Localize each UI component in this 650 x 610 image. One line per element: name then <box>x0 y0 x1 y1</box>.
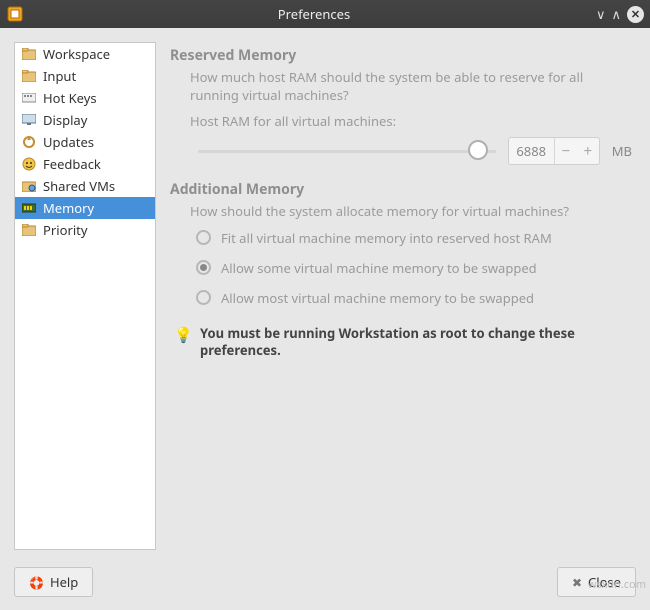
additional-memory-title: Additional Memory <box>170 180 632 199</box>
sidebar-item-memory[interactable]: Memory <box>15 197 155 219</box>
shared-icon <box>21 178 37 194</box>
feedback-icon <box>21 156 37 172</box>
help-icon: 🛟 <box>29 574 44 591</box>
sidebar-item-label: Display <box>43 111 87 129</box>
keyboard-icon <box>21 90 37 106</box>
memory-icon <box>21 200 37 216</box>
window-controls: ∨ ∧ ✕ <box>596 5 644 23</box>
radio-allow-most-swap[interactable]: Allow most virtual machine memory to be … <box>196 289 632 307</box>
main-panel: Reserved Memory How much host RAM should… <box>170 42 636 550</box>
sidebar-item-label: Hot Keys <box>43 89 97 107</box>
radio-fit-reserved[interactable]: Fit all virtual machine memory into rese… <box>196 229 632 247</box>
close-icon[interactable]: ✕ <box>627 6 644 23</box>
sidebar-item-label: Workspace <box>43 45 110 63</box>
app-icon <box>6 5 24 23</box>
body: Workspace Input Hot Keys Display Updates… <box>0 28 650 564</box>
sidebar-item-updates[interactable]: Updates <box>15 131 155 153</box>
root-note-text: You must be running Workstation as root … <box>200 325 632 360</box>
close-x-icon: ✖ <box>572 574 582 591</box>
maximize-icon[interactable]: ∧ <box>611 5 621 23</box>
preferences-window: Preferences ∨ ∧ ✕ Workspace Input Hot Ke… <box>0 0 650 610</box>
sidebar-item-display[interactable]: Display <box>15 109 155 131</box>
host-ram-value[interactable]: 6888 <box>509 138 555 164</box>
radio-icon <box>196 260 211 275</box>
help-button[interactable]: 🛟 Help <box>14 567 93 597</box>
radio-icon <box>196 230 211 245</box>
sidebar-item-workspace[interactable]: Workspace <box>15 43 155 65</box>
priority-icon <box>21 222 37 238</box>
sidebar-item-label: Memory <box>43 199 94 217</box>
monitor-icon <box>21 112 37 128</box>
help-button-label: Help <box>50 573 78 591</box>
watermark: wsxdn.com <box>588 577 646 592</box>
reserved-memory-title: Reserved Memory <box>170 46 632 65</box>
sidebar-item-label: Priority <box>43 221 88 239</box>
sidebar-item-label: Input <box>43 67 76 85</box>
folder-icon <box>21 46 37 62</box>
host-ram-unit: MB <box>612 142 632 160</box>
sidebar-item-label: Updates <box>43 133 94 151</box>
sidebar-item-feedback[interactable]: Feedback <box>15 153 155 175</box>
updates-icon <box>21 134 37 150</box>
spin-up-button[interactable]: + <box>577 142 599 160</box>
root-note: 💡 You must be running Workstation as roo… <box>174 325 632 360</box>
radio-allow-some-swap[interactable]: Allow some virtual machine memory to be … <box>196 259 632 277</box>
footer: 🛟 Help ✖ Close <box>0 564 650 610</box>
radio-label: Fit all virtual machine memory into rese… <box>221 229 552 247</box>
host-ram-label: Host RAM for all virtual machines: <box>190 112 632 130</box>
sidebar: Workspace Input Hot Keys Display Updates… <box>14 42 156 550</box>
slider-track-line <box>198 150 496 153</box>
additional-memory-desc: How should the system allocate memory fo… <box>190 203 632 221</box>
sidebar-item-label: Shared VMs <box>43 177 115 195</box>
window-title: Preferences <box>32 5 596 23</box>
radio-label: Allow some virtual machine memory to be … <box>221 259 537 277</box>
minimize-icon[interactable]: ∨ <box>596 5 606 23</box>
spin-down-button[interactable]: − <box>555 142 577 160</box>
radio-label: Allow most virtual machine memory to be … <box>221 289 534 307</box>
titlebar: Preferences ∨ ∧ ✕ <box>0 0 650 28</box>
sidebar-item-hotkeys[interactable]: Hot Keys <box>15 87 155 109</box>
sidebar-item-priority[interactable]: Priority <box>15 219 155 241</box>
host-ram-row: 6888 − + MB <box>198 136 632 166</box>
sidebar-item-input[interactable]: Input <box>15 65 155 87</box>
reserved-memory-desc: How much host RAM should the system be a… <box>190 69 632 104</box>
host-ram-slider[interactable] <box>198 136 496 166</box>
slider-knob[interactable] <box>468 140 488 160</box>
lightbulb-icon: 💡 <box>174 325 190 360</box>
folder-icon <box>21 68 37 84</box>
sidebar-item-sharedvms[interactable]: Shared VMs <box>15 175 155 197</box>
radio-icon <box>196 290 211 305</box>
host-ram-spinbox[interactable]: 6888 − + <box>508 137 600 165</box>
sidebar-item-label: Feedback <box>43 155 101 173</box>
